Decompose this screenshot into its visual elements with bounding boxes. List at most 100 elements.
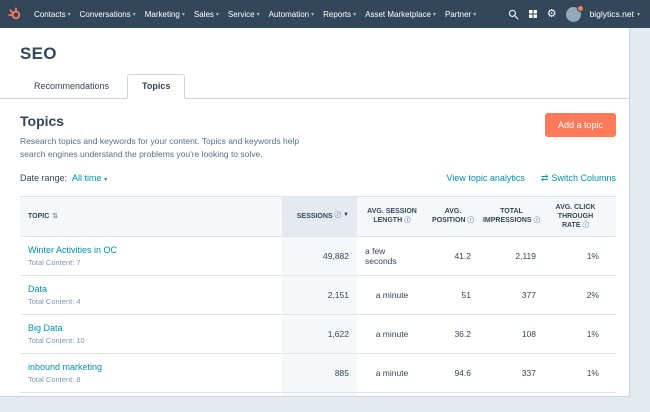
table-row: Winter Activities in OC Total Content: 7… bbox=[20, 237, 616, 276]
nav-item-marketing[interactable]: Marketing ▾ bbox=[145, 10, 185, 19]
top-navbar: Contacts ▾ Conversations ▾ Marketing ▾ S… bbox=[0, 0, 650, 28]
cell-sessions: 2,151 bbox=[282, 276, 357, 314]
topics-description: Research topics and keywords for your co… bbox=[20, 135, 320, 161]
cell-sessions: 49,882 bbox=[282, 237, 357, 275]
cell-impressions: 337 bbox=[479, 354, 544, 392]
hubspot-logo-icon[interactable] bbox=[8, 7, 22, 21]
tab-topics[interactable]: Topics bbox=[127, 74, 185, 99]
nav-item-label: Reports bbox=[323, 10, 351, 19]
cell-session-length: a minute bbox=[357, 354, 427, 392]
cell-ctr: 0% bbox=[544, 393, 607, 397]
nav-item-label: Conversations bbox=[80, 10, 131, 19]
topic-link[interactable]: inbound marketing bbox=[28, 362, 102, 372]
table-row: Data Total Content: 4 2,151 a minute 51 … bbox=[20, 276, 616, 315]
topics-heading: Topics bbox=[20, 113, 320, 129]
info-icon[interactable]: ⓘ bbox=[467, 217, 474, 224]
cell-session-length: a minute bbox=[357, 276, 427, 314]
col-header-session-length[interactable]: AVG. SESSION LENGTHⓘ bbox=[357, 197, 427, 237]
topics-table: TOPIC ⇅ SESSIONS ⓘ ▼ AVG. SESSION LENGTH… bbox=[20, 196, 616, 398]
cell-session-length: a minute bbox=[357, 315, 427, 353]
info-icon[interactable]: ⓘ bbox=[335, 212, 342, 220]
cell-ctr: 2% bbox=[544, 276, 607, 314]
info-icon[interactable]: ⓘ bbox=[534, 217, 541, 224]
cell-position: 36.2 bbox=[427, 315, 479, 353]
cell-impressions: 377 bbox=[479, 276, 544, 314]
cell-position: 94.6 bbox=[427, 354, 479, 392]
switch-columns-icon: ⇄ bbox=[541, 173, 549, 183]
col-header-topic[interactable]: TOPIC ⇅ bbox=[20, 197, 282, 237]
avatar[interactable] bbox=[566, 7, 581, 22]
date-range-value: All time bbox=[72, 173, 102, 183]
cell-position: 41.2 bbox=[427, 237, 479, 275]
cell-ctr: 1% bbox=[544, 237, 607, 275]
topic-content-count: Total Content: 8 bbox=[28, 375, 81, 384]
col-header-sessions[interactable]: SESSIONS ⓘ ▼ bbox=[282, 197, 357, 237]
topic-content-count: Total Content: 4 bbox=[28, 297, 81, 306]
cell-ctr: 1% bbox=[544, 315, 607, 353]
sort-desc-icon[interactable]: ▼ bbox=[343, 212, 349, 220]
cell-ctr: 1% bbox=[544, 354, 607, 392]
account-menu[interactable]: biglytics.net ▾ bbox=[590, 9, 640, 19]
topic-content-count: Total Content: 7 bbox=[28, 258, 81, 267]
view-topic-analytics-link[interactable]: View topic analytics bbox=[447, 173, 525, 183]
cell-impressions: 2 bbox=[479, 393, 544, 397]
nav-item-asset-marketplace[interactable]: Asset Marketplace ▾ bbox=[365, 10, 436, 19]
chevron-down-icon: ▾ bbox=[433, 11, 436, 18]
topic-content-count: Total Content: 10 bbox=[28, 336, 85, 345]
nav-item-automation[interactable]: Automation ▾ bbox=[269, 10, 314, 19]
cell-sessions: 473 bbox=[282, 393, 357, 397]
cell-session-length: a few seconds bbox=[357, 237, 427, 275]
tab-bar: Recommendations Topics bbox=[0, 74, 629, 99]
col-header-position[interactable]: AVG. POSITIONⓘ bbox=[427, 197, 479, 237]
page-title: SEO bbox=[20, 44, 609, 64]
marketplace-icon[interactable] bbox=[528, 9, 538, 19]
info-icon[interactable]: ⓘ bbox=[404, 217, 411, 224]
seo-page: SEO Recommendations Topics Topics Resear… bbox=[0, 28, 630, 397]
switch-columns-label: Switch Columns bbox=[551, 173, 616, 183]
nav-item-label: Service bbox=[228, 10, 255, 19]
chevron-down-icon: ▾ bbox=[311, 11, 314, 18]
nav-item-sales[interactable]: Sales ▾ bbox=[194, 10, 219, 19]
nav-item-label: Automation bbox=[269, 10, 309, 19]
col-header-impressions[interactable]: TOTAL IMPRESSIONSⓘ bbox=[479, 197, 544, 237]
table-row: inbound marketing Total Content: 8 885 a… bbox=[20, 354, 616, 393]
nav-item-contacts[interactable]: Contacts ▾ bbox=[34, 10, 71, 19]
notification-badge bbox=[577, 5, 584, 12]
nav-item-service[interactable]: Service ▾ bbox=[228, 10, 260, 19]
col-header-ctr[interactable]: AVG. CLICK THROUGH RATEⓘ bbox=[544, 197, 607, 237]
nav-item-label: Partner bbox=[445, 10, 471, 19]
date-range-label: Date range: bbox=[20, 173, 67, 183]
nav-item-conversations[interactable]: Conversations ▾ bbox=[80, 10, 136, 19]
sort-icon[interactable]: ⇅ bbox=[52, 212, 58, 221]
cell-position: 28 bbox=[427, 393, 479, 397]
table-row: systems integrator Total Content: 2 473 … bbox=[20, 393, 616, 397]
account-name: biglytics.net bbox=[590, 9, 634, 19]
chevron-down-icon: ▾ bbox=[68, 11, 71, 18]
topic-link[interactable]: Big Data bbox=[28, 323, 63, 333]
cell-session-length: a minute bbox=[357, 393, 427, 397]
cell-position: 51 bbox=[427, 276, 479, 314]
add-topic-button[interactable]: Add a topic bbox=[545, 113, 616, 137]
topic-link[interactable]: Winter Activities in OC bbox=[28, 245, 117, 255]
nav-item-label: Marketing bbox=[145, 10, 180, 19]
search-icon[interactable] bbox=[508, 9, 519, 20]
settings-icon[interactable]: ⚙︎ bbox=[547, 9, 557, 20]
nav-item-label: Contacts bbox=[34, 10, 66, 19]
tab-recommendations[interactable]: Recommendations bbox=[20, 75, 123, 98]
info-icon[interactable]: ⓘ bbox=[583, 222, 590, 229]
chevron-down-icon: ▾ bbox=[473, 11, 476, 18]
chevron-down-icon: ▾ bbox=[182, 11, 185, 18]
chevron-down-icon: ▾ bbox=[637, 11, 640, 18]
chevron-down-icon: ▾ bbox=[353, 11, 356, 18]
nav-item-reports[interactable]: Reports ▾ bbox=[323, 10, 356, 19]
switch-columns-link[interactable]: ⇄Switch Columns bbox=[541, 173, 616, 184]
topic-link[interactable]: Data bbox=[28, 284, 47, 294]
nav-item-label: Sales bbox=[194, 10, 214, 19]
cell-sessions: 1,622 bbox=[282, 315, 357, 353]
date-range-select[interactable]: All time ▾ bbox=[72, 173, 107, 183]
chevron-down-icon: ▾ bbox=[133, 11, 136, 18]
nav-item-label: Asset Marketplace bbox=[365, 10, 431, 19]
navbar-actions: ⚙︎ biglytics.net ▾ bbox=[508, 7, 640, 22]
cell-impressions: 108 bbox=[479, 315, 544, 353]
nav-item-partner[interactable]: Partner ▾ bbox=[445, 10, 476, 19]
